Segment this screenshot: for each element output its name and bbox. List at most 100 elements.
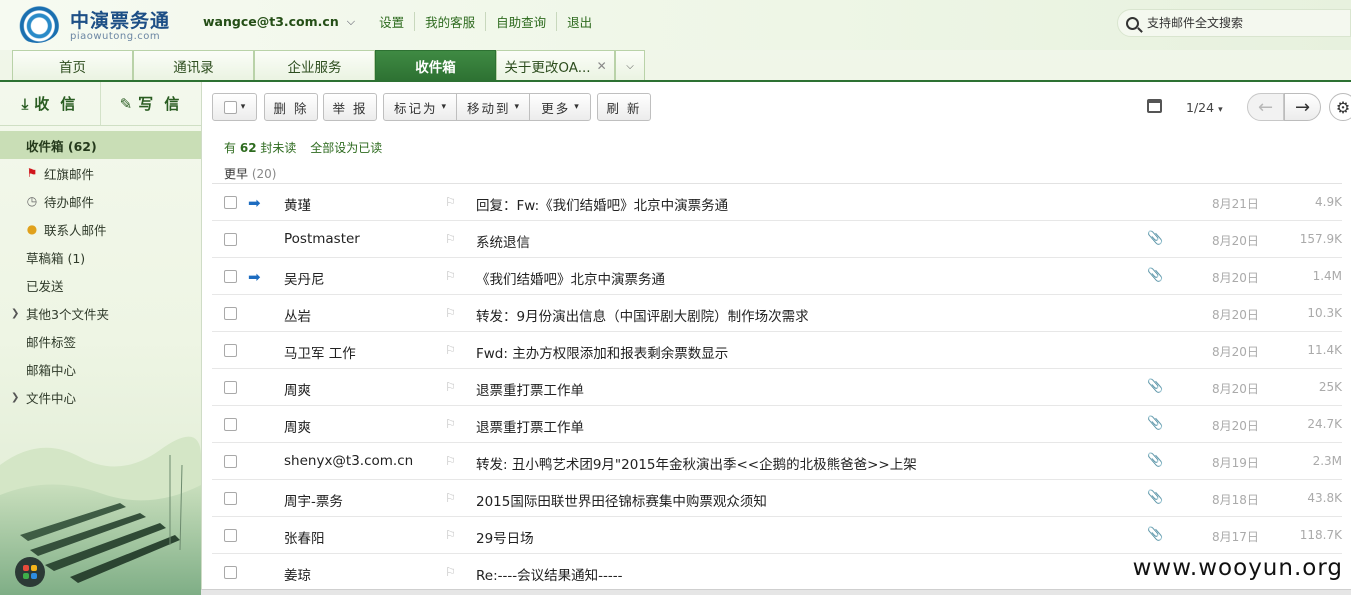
email-sender[interactable]: 姜琼	[284, 564, 311, 584]
flag-icon[interactable]: ⚐	[445, 306, 456, 320]
table-row[interactable]: 周宇-票务 ⚐ 2015国际田联世界田径锦标赛集中购票观众须知 📎 8月18日 43.8K	[212, 480, 1342, 517]
tab-more-dropdown[interactable]: ⌵	[615, 50, 645, 81]
flag-icon[interactable]: ⚐	[445, 491, 456, 505]
sidebar-item-tags[interactable]: 邮件标签	[0, 327, 201, 355]
row-checkbox[interactable]	[224, 344, 237, 357]
settings-button[interactable]: ⚙	[1329, 93, 1351, 121]
email-subject[interactable]: Re:----会议结果通知-----	[476, 564, 622, 584]
sidebar-item-todo[interactable]: ◷ 待办邮件	[0, 187, 201, 215]
email-sender[interactable]: 黄瑾	[284, 194, 311, 214]
row-checkbox[interactable]	[224, 270, 237, 283]
user-email[interactable]: wangce@t3.com.cn	[203, 14, 339, 29]
table-row[interactable]: ➡ 黄瑾 ⚐ 回复：Fw:《我们结婚吧》北京中演票务通 8月21日 4.9K	[212, 184, 1342, 221]
prev-page-button[interactable]: ←	[1247, 93, 1284, 121]
email-sender[interactable]: 丛岩	[284, 305, 311, 325]
flag-icon[interactable]: ⚐	[445, 417, 456, 431]
flag-icon[interactable]: ⚐	[445, 454, 456, 468]
tab-contacts[interactable]: 通讯录	[133, 50, 254, 81]
chevron-right-icon[interactable]: ❯	[11, 308, 19, 319]
sidebar-item-contacts-mail[interactable]: ● 联系人邮件	[0, 215, 201, 243]
row-checkbox[interactable]	[224, 233, 237, 246]
compose-button[interactable]: ✎ 写 信	[100, 82, 201, 125]
table-row[interactable]: Postmaster ⚐ 系统退信 📎 8月20日 157.9K	[212, 221, 1342, 258]
sidebar-item-sent[interactable]: 已发送	[0, 271, 201, 299]
chevron-down-icon[interactable]: ⌵	[347, 15, 355, 29]
tab-enterprise[interactable]: 企业服务	[254, 50, 375, 81]
email-sender[interactable]: 周爽	[284, 416, 311, 436]
select-all-dropdown[interactable]: ▾	[212, 93, 257, 121]
customer-service-link[interactable]: 我的客服	[414, 12, 485, 31]
flag-icon[interactable]: ⚐	[445, 269, 456, 283]
logo[interactable]: 中演票务通 piaowutong.com	[14, 5, 170, 43]
table-row[interactable]: 丛岩 ⚐ 转发：9月份演出信息（中国评剧大剧院）制作场次需求 8月20日 10.3K	[212, 295, 1342, 332]
flag-icon[interactable]: ⚐	[445, 565, 456, 579]
email-subject[interactable]: 转发：9月份演出信息（中国评剧大剧院）制作场次需求	[476, 305, 809, 325]
flag-icon[interactable]: ⚐	[445, 343, 456, 357]
email-sender[interactable]: 马卫军 工作	[284, 342, 356, 362]
email-subject[interactable]: 退票重打票工作单	[476, 416, 584, 436]
horizontal-scrollbar[interactable]	[201, 589, 1351, 595]
email-sender[interactable]: Postmaster	[284, 231, 360, 247]
email-subject[interactable]: 《我们结婚吧》北京中演票务通	[476, 268, 665, 288]
email-subject[interactable]: 29号日场	[476, 527, 534, 547]
calendar-icon[interactable]	[1147, 99, 1162, 113]
tab-inbox[interactable]: 收件箱	[375, 50, 496, 81]
more-dropdown[interactable]: 更多 ▾	[529, 93, 591, 121]
row-checkbox[interactable]	[224, 492, 237, 505]
flag-icon[interactable]: ⚐	[445, 528, 456, 542]
settings-link[interactable]: 设置	[369, 12, 414, 31]
row-checkbox[interactable]	[224, 455, 237, 468]
move-to-dropdown[interactable]: 移动到 ▾	[456, 93, 530, 121]
search-input[interactable]	[1147, 16, 1337, 30]
flag-icon[interactable]: ⚐	[445, 232, 456, 246]
delete-button[interactable]: 删 除	[264, 93, 318, 121]
sidebar-item-mailbox-center[interactable]: 邮箱中心	[0, 355, 201, 383]
email-sender[interactable]: 张春阳	[284, 527, 325, 547]
sidebar-item-flagged[interactable]: ⚑ 红旗邮件	[0, 159, 201, 187]
row-checkbox[interactable]	[224, 381, 237, 394]
email-sender[interactable]: 周爽	[284, 379, 311, 399]
apps-button[interactable]	[15, 557, 45, 587]
search-icon[interactable]	[1126, 16, 1139, 30]
row-checkbox[interactable]	[224, 196, 237, 209]
table-row[interactable]: shenyx@t3.com.cn ⚐ 转发: 丑小鸭艺术团9月"2015年金秋演出季…	[212, 443, 1342, 480]
sidebar-item-drafts[interactable]: 草稿箱 (1)	[0, 243, 201, 271]
mark-as-dropdown[interactable]: 标记为 ▾	[383, 93, 457, 121]
table-row[interactable]: 周爽 ⚐ 退票重打票工作单 📎 8月20日 24.7K	[212, 406, 1342, 443]
email-subject[interactable]: 转发: 丑小鸭艺术团9月"2015年金秋演出季<<企鹅的北极熊爸爸>>上架	[476, 453, 917, 473]
email-subject[interactable]: 系统退信	[476, 231, 530, 251]
refresh-button[interactable]: 刷 新	[597, 93, 651, 121]
logout-link[interactable]: 退出	[556, 12, 602, 31]
email-subject[interactable]: Fwd: 主办方权限添加和报表剩余票数显示	[476, 342, 728, 362]
email-size: 24.7K	[1307, 417, 1342, 431]
tab-home[interactable]: 首页	[12, 50, 133, 81]
table-row[interactable]: ➡ 吴丹尼 ⚐ 《我们结婚吧》北京中演票务通 📎 8月20日 1.4M	[212, 258, 1342, 295]
email-subject[interactable]: 退票重打票工作单	[476, 379, 584, 399]
email-sender[interactable]: 周宇-票务	[284, 490, 343, 510]
sidebar-item-other-folders[interactable]: ❯ 其他3个文件夹	[0, 299, 201, 327]
close-icon[interactable]: ✕	[597, 59, 607, 73]
sidebar-item-inbox[interactable]: 收件箱 (62)	[0, 131, 201, 159]
email-sender[interactable]: shenyx@t3.com.cn	[284, 453, 413, 469]
mark-all-read-link[interactable]: 全部设为已读	[310, 141, 382, 155]
flag-icon[interactable]: ⚐	[445, 195, 456, 209]
self-query-link[interactable]: 自助查询	[485, 12, 556, 31]
next-page-button[interactable]: →	[1284, 93, 1321, 121]
row-checkbox[interactable]	[224, 566, 237, 579]
row-checkbox[interactable]	[224, 529, 237, 542]
row-checkbox[interactable]	[224, 418, 237, 431]
chevron-down-icon: ▾	[574, 102, 579, 112]
email-subject[interactable]: 回复：Fw:《我们结婚吧》北京中演票务通	[476, 194, 728, 214]
row-checkbox[interactable]	[224, 307, 237, 320]
email-sender[interactable]: 吴丹尼	[284, 268, 325, 288]
flag-icon[interactable]: ⚐	[445, 380, 456, 394]
report-button[interactable]: 举 报	[323, 93, 377, 121]
page-selector[interactable]: 1/24 ▾	[1186, 100, 1223, 115]
receive-button[interactable]: ⤓ 收 信	[0, 82, 100, 125]
tab-email-oa[interactable]: 关于更改OA... ✕	[496, 50, 615, 81]
select-all-checkbox[interactable]	[223, 100, 237, 114]
table-row[interactable]: 周爽 ⚐ 退票重打票工作单 📎 8月20日 25K	[212, 369, 1342, 406]
email-subject[interactable]: 2015国际田联世界田径锦标赛集中购票观众须知	[476, 490, 767, 510]
table-row[interactable]: 马卫军 工作 ⚐ Fwd: 主办方权限添加和报表剩余票数显示 8月20日 11.4K	[212, 332, 1342, 369]
table-row[interactable]: 张春阳 ⚐ 29号日场 📎 8月17日 118.7K	[212, 517, 1342, 554]
